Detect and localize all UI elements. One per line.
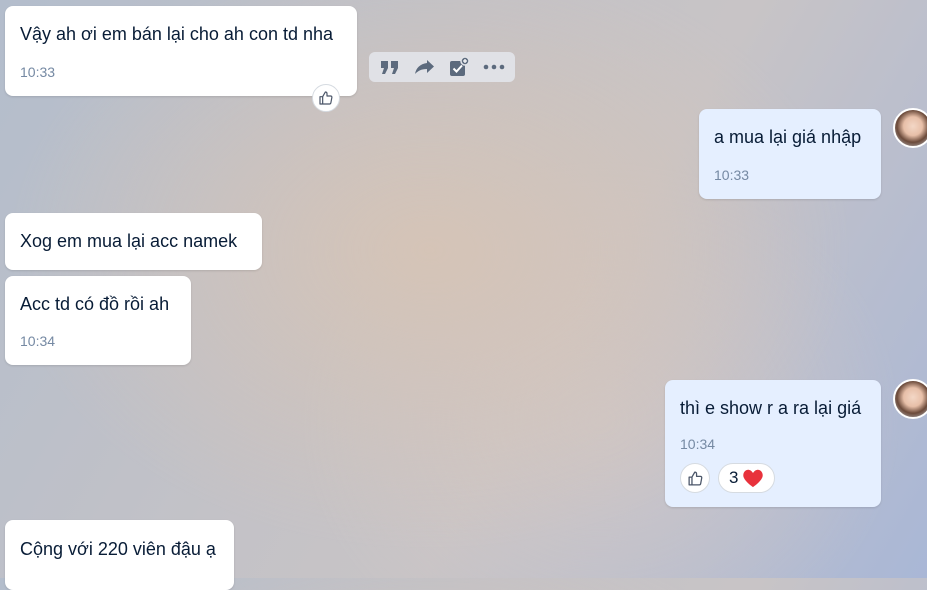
quote-icon [381, 61, 399, 74]
add-task-icon [450, 56, 470, 76]
heart-icon [743, 469, 764, 488]
forward-icon [414, 60, 434, 74]
message-text: Cộng với 220 viên đậu ạ [20, 539, 216, 559]
message-bubble-incoming[interactable]: Acc td có đồ rồi ah 10:34 [5, 276, 191, 365]
thumbs-up-icon [687, 470, 702, 486]
message-time: 10:33 [714, 167, 750, 183]
message-action-toolbar [369, 52, 515, 82]
avatar[interactable] [893, 108, 927, 148]
thumbs-up-icon [319, 91, 333, 105]
message-bubble-incoming[interactable]: Vậy ah ơi em bán lại cho ah con td nha 1… [5, 6, 357, 96]
reaction-summary[interactable]: 3 [718, 463, 776, 493]
message-time: 10:34 [680, 436, 716, 452]
like-reaction-button[interactable] [680, 463, 710, 493]
more-icon [483, 64, 505, 70]
forward-button[interactable] [412, 54, 438, 80]
message-text: thì e show r a ra lại giá [680, 398, 862, 418]
message-text: Vậy ah ơi em bán lại cho ah con td nha [20, 24, 334, 44]
avatar[interactable] [893, 379, 927, 419]
message-bubble-incoming[interactable]: Xog em mua lại acc namek [5, 213, 262, 270]
message-bubble-incoming[interactable]: Cộng với 220 viên đậu ạ [5, 520, 234, 590]
message-text: a mua lại giá nhập [714, 127, 862, 147]
like-reaction-button[interactable] [312, 84, 340, 112]
more-button[interactable] [481, 54, 507, 80]
reaction-count: 3 [729, 468, 739, 487]
message-time: 10:33 [20, 64, 56, 80]
message-text: Acc td có đồ rồi ah [20, 294, 170, 314]
quote-button[interactable] [377, 54, 403, 80]
message-time: 10:34 [20, 333, 56, 349]
add-task-button[interactable] [446, 54, 472, 80]
message-text: Xog em mua lại acc namek [20, 231, 238, 251]
message-bubble-outgoing[interactable]: a mua lại giá nhập 10:33 [699, 109, 881, 199]
